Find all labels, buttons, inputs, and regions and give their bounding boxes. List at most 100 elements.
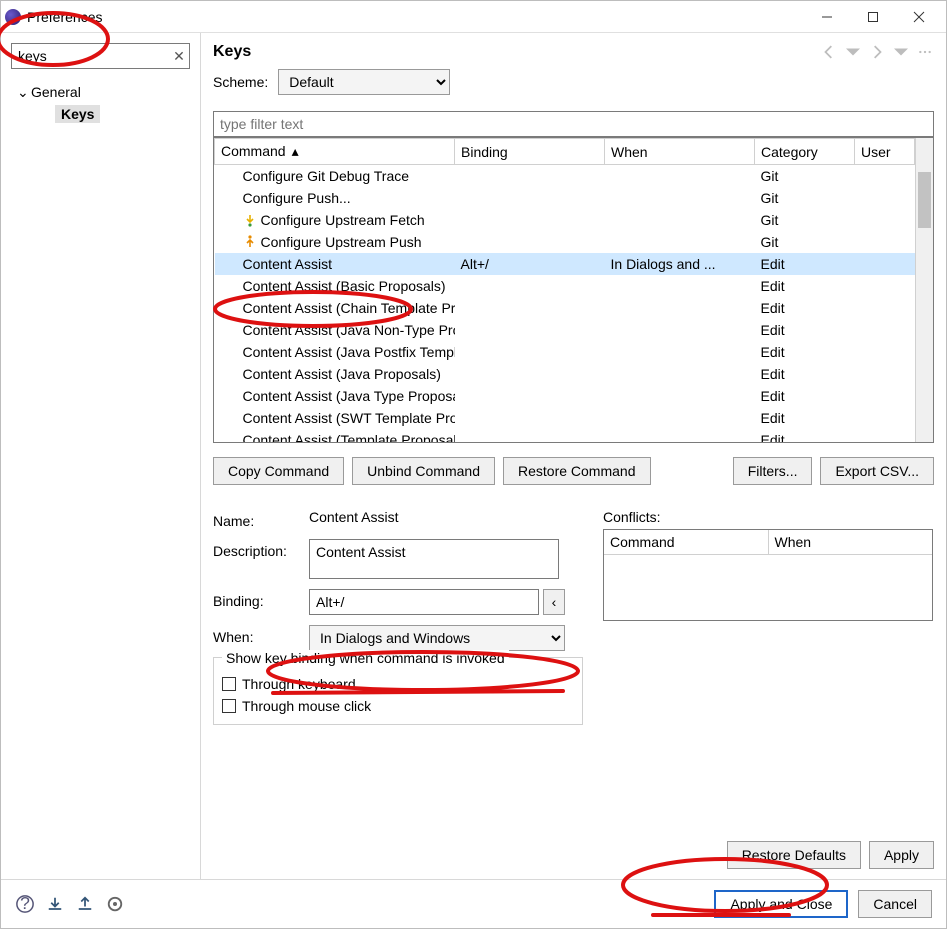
table-row[interactable]: Content Assist (Java Postfix Template Pr… xyxy=(215,341,915,363)
category-cell: Edit xyxy=(755,253,855,275)
back-button[interactable] xyxy=(820,43,838,61)
table-row[interactable]: Configure Upstream Push Git xyxy=(215,231,915,253)
category-cell: Git xyxy=(755,209,855,231)
binding-cell: Alt+/ xyxy=(455,253,605,275)
table-row[interactable]: Content Assist (Java Type Proposals)Edit xyxy=(215,385,915,407)
binding-cell xyxy=(455,209,605,231)
preferences-tree[interactable]: ⌄ General Keys xyxy=(11,81,190,125)
table-row[interactable]: Content Assist Alt+/In Dialogs and ...Edi… xyxy=(215,253,915,275)
when-cell xyxy=(605,341,755,363)
svg-text:?: ? xyxy=(20,894,30,913)
tree-item-general[interactable]: ⌄ General xyxy=(11,81,190,103)
conflicts-col-command[interactable]: Command xyxy=(604,530,769,555)
forward-menu-icon[interactable] xyxy=(892,43,910,61)
command-cell: Content Assist (Java Postfix Template Pr… xyxy=(243,344,455,360)
name-value: Content Assist xyxy=(309,509,573,525)
conflicts-label: Conflicts: xyxy=(603,509,933,525)
close-button[interactable] xyxy=(896,2,942,32)
minimize-button[interactable] xyxy=(804,2,850,32)
forward-button[interactable] xyxy=(868,43,886,61)
binding-label: Binding: xyxy=(213,589,303,609)
export-csv-button[interactable]: Export CSV... xyxy=(820,457,934,485)
col-user[interactable]: User xyxy=(855,139,915,165)
main-panel: Keys Scheme: Default xyxy=(201,33,946,879)
conflicts-col-when[interactable]: When xyxy=(769,530,933,555)
col-command[interactable]: Command▴ xyxy=(215,139,455,165)
view-menu-icon[interactable] xyxy=(916,43,934,61)
oomph-icon[interactable] xyxy=(105,894,125,914)
user-cell xyxy=(855,165,915,187)
category-cell: Git xyxy=(755,187,855,209)
when-cell: In Dialogs and ... xyxy=(605,253,755,275)
col-category[interactable]: Category xyxy=(755,139,855,165)
command-cell: Configure Upstream Fetch xyxy=(261,212,425,228)
show-binding-legend: Show key binding when command is invoked xyxy=(222,650,509,666)
title-bar: Preferences xyxy=(1,1,946,33)
category-cell: Edit xyxy=(755,341,855,363)
binding-caret-button[interactable]: ‹ xyxy=(543,589,565,615)
description-field[interactable]: Content Assist xyxy=(309,539,559,579)
keys-filter-input[interactable] xyxy=(213,111,934,137)
table-row[interactable]: Configure Push... Git xyxy=(215,187,915,209)
command-cell: Configure Upstream Push xyxy=(261,234,422,250)
command-cell: Content Assist xyxy=(243,256,333,272)
table-row[interactable]: Configure Upstream Fetch Git xyxy=(215,209,915,231)
command-cell: Configure Git Debug Trace xyxy=(243,168,410,184)
binding-cell xyxy=(455,231,605,253)
when-cell xyxy=(605,385,755,407)
table-row[interactable]: Content Assist (Chain Template Proposals… xyxy=(215,297,915,319)
apply-and-close-button[interactable]: Apply and Close xyxy=(714,890,848,918)
apply-button[interactable]: Apply xyxy=(869,841,934,869)
when-cell xyxy=(605,407,755,429)
restore-defaults-button[interactable]: Restore Defaults xyxy=(727,841,861,869)
unbind-command-button[interactable]: Unbind Command xyxy=(352,457,495,485)
binding-cell xyxy=(455,385,605,407)
user-cell xyxy=(855,209,915,231)
conflicts-table[interactable]: Command When xyxy=(603,529,933,621)
category-cell: Git xyxy=(755,231,855,253)
through-mouse-checkbox[interactable] xyxy=(222,699,236,713)
col-when[interactable]: When xyxy=(605,139,755,165)
export-icon[interactable] xyxy=(75,894,95,914)
command-cell: Content Assist (Template Proposals) xyxy=(243,432,455,443)
command-cell: Configure Push... xyxy=(243,190,351,206)
clear-filter-icon[interactable]: ✕ xyxy=(172,49,186,63)
when-label: When: xyxy=(213,625,303,645)
table-row[interactable]: Configure Git Debug TraceGit xyxy=(215,165,915,187)
through-keyboard-checkbox[interactable] xyxy=(222,677,236,691)
table-row[interactable]: Content Assist (Template Proposals) Edit xyxy=(215,429,915,443)
push-icon xyxy=(243,235,257,249)
binding-cell xyxy=(455,187,605,209)
page-title: Keys xyxy=(213,43,251,61)
copy-command-button[interactable]: Copy Command xyxy=(213,457,344,485)
window-title: Preferences xyxy=(27,9,102,25)
table-row[interactable]: Content Assist (Basic Proposals)Edit xyxy=(215,275,915,297)
tree-item-keys[interactable]: Keys xyxy=(11,103,190,125)
scheme-select[interactable]: Default xyxy=(278,69,450,95)
help-icon[interactable]: ? xyxy=(15,894,35,914)
binding-input[interactable] xyxy=(309,589,539,615)
table-scrollbar[interactable] xyxy=(915,138,933,442)
command-cell: Content Assist (Basic Proposals) xyxy=(243,278,446,294)
binding-cell xyxy=(455,275,605,297)
user-cell xyxy=(855,407,915,429)
table-row[interactable]: Content Assist (Java Non-Type Proposals)… xyxy=(215,319,915,341)
col-binding[interactable]: Binding xyxy=(455,139,605,165)
when-select[interactable]: In Dialogs and Windows xyxy=(309,625,565,651)
back-menu-icon[interactable] xyxy=(844,43,862,61)
maximize-button[interactable] xyxy=(850,2,896,32)
filters-button[interactable]: Filters... xyxy=(733,457,813,485)
sidebar-filter-input[interactable] xyxy=(11,43,190,69)
user-cell xyxy=(855,429,915,443)
table-row[interactable]: Content Assist (SWT Template Proposals)E… xyxy=(215,407,915,429)
description-label: Description: xyxy=(213,539,303,559)
user-cell xyxy=(855,341,915,363)
import-icon[interactable] xyxy=(45,894,65,914)
restore-command-button[interactable]: Restore Command xyxy=(503,457,651,485)
category-cell: Edit xyxy=(755,429,855,443)
cancel-button[interactable]: Cancel xyxy=(858,890,932,918)
category-cell: Edit xyxy=(755,407,855,429)
table-row[interactable]: Content Assist (Java Proposals)Edit xyxy=(215,363,915,385)
show-binding-group: Show key binding when command is invoked… xyxy=(213,657,583,725)
when-cell xyxy=(605,319,755,341)
